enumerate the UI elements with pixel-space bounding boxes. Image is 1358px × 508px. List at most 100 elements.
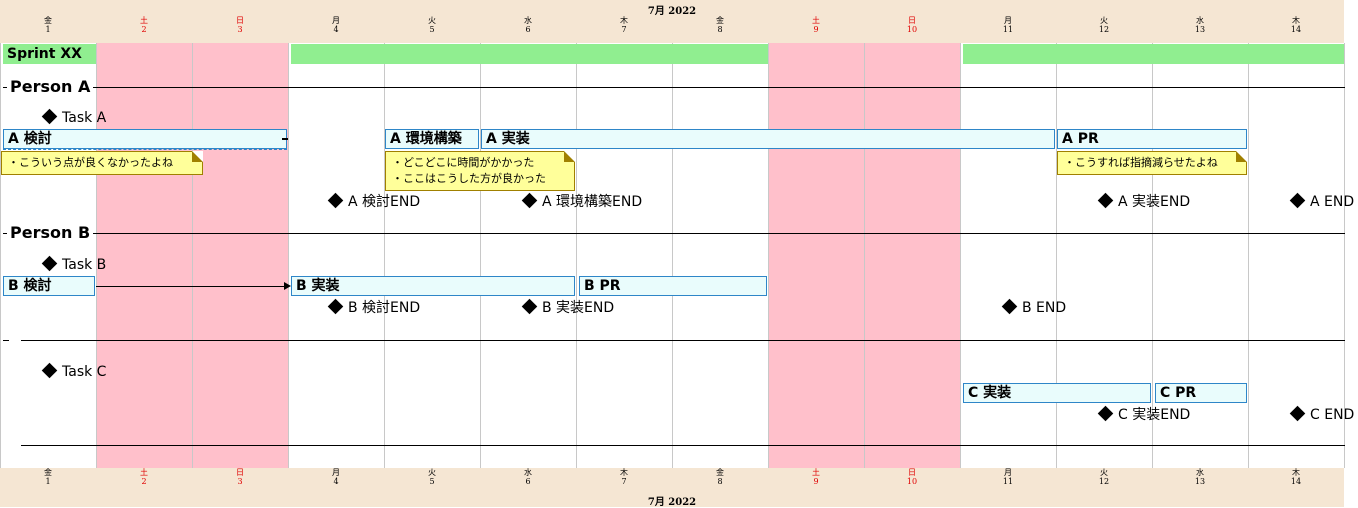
milestone-diamond-icon — [41, 108, 58, 125]
day-header-cell: 火5 — [384, 468, 480, 487]
day-grid-line — [1056, 43, 1057, 468]
day-number: 12 — [1098, 25, 1110, 34]
day-of-week: 月 — [332, 16, 340, 25]
gantt-chart: 7月 2022 金 1 土 2 日 3 月 4 火 5 水 6 木 7 金 8 土 9 日 10 月 11 火 12 水 13 木 1… — [0, 0, 1358, 508]
task-bar[interactable]: B 検討 — [3, 276, 95, 296]
day-header-cell: 水 13 — [1152, 468, 1248, 487]
day-header-cell: 金1 — [0, 16, 96, 35]
day-header-cell: 土9 — [768, 468, 864, 487]
section-tick — [3, 340, 9, 341]
comment-note: ・こういう点が良くなかったよね — [1, 151, 203, 175]
milestone[interactable]: A 環境構築END — [521, 192, 643, 211]
day-of-week: 火 — [1100, 468, 1108, 477]
day-number: 1 — [45, 25, 51, 34]
day-number: 6 — [525, 25, 531, 34]
weekend-column — [865, 43, 961, 468]
task-bar[interactable]: A 環境構築 — [385, 129, 479, 149]
day-header-cell: 月 11 — [960, 468, 1056, 487]
milestone-label: A 検討END — [348, 194, 421, 210]
header-bottom: 7月 2022 金 1 土 2 日 3 月 4 火 5 水 6 木 7 金 8 土 9 日 10 月 11 火 12 水 13 木 1… — [0, 468, 1344, 508]
milestone[interactable]: Task C — [41, 362, 107, 381]
section-separator — [21, 445, 1345, 446]
day-grid-line — [672, 43, 673, 468]
section-separator — [21, 340, 1345, 341]
day-header-cell: 木 14 — [1248, 16, 1344, 35]
milestone[interactable]: Task B — [41, 255, 107, 274]
note-fold-icon — [564, 151, 575, 162]
day-header-cell: 木7 — [576, 468, 672, 487]
day-of-week: 木 — [620, 468, 628, 477]
day-number: 14 — [1290, 477, 1302, 486]
milestone-label: B 実装END — [542, 300, 615, 316]
day-number: 11 — [1002, 25, 1014, 34]
milestone-diamond-icon — [1289, 192, 1306, 209]
milestone[interactable]: A END — [1289, 192, 1355, 211]
day-grid-line — [480, 43, 481, 468]
day-grid-line — [864, 43, 865, 468]
day-number: 13 — [1194, 25, 1206, 34]
day-of-week: 月 — [1004, 16, 1012, 25]
day-of-week: 金 — [44, 16, 52, 25]
month-label-bottom: 7月 2022 — [647, 497, 697, 508]
task-bar[interactable]: A 実装 — [481, 129, 1055, 149]
task-bar[interactable]: B PR — [579, 276, 767, 296]
milestone-diamond-icon — [521, 298, 538, 315]
day-grid-line — [960, 43, 961, 468]
day-header-cell: 金8 — [672, 468, 768, 487]
milestone-label: A END — [1310, 194, 1355, 210]
day-of-week: 日 — [908, 468, 916, 477]
day-of-week: 水 — [524, 16, 532, 25]
day-of-week: 水 — [1196, 16, 1204, 25]
day-number: 6 — [525, 477, 531, 486]
milestone-label: C END — [1310, 407, 1355, 423]
weekend-column — [97, 43, 193, 468]
task-bar[interactable]: A PR — [1057, 129, 1247, 149]
milestone-label: B 検討END — [348, 300, 421, 316]
task-bar[interactable]: C 実装 — [963, 383, 1151, 403]
day-grid-line — [384, 43, 385, 468]
day-header-cell: 月 11 — [960, 16, 1056, 35]
day-of-week: 金 — [716, 16, 724, 25]
day-of-week: 日 — [908, 16, 916, 25]
note-line: ・どこどこに時間がかかった — [392, 156, 535, 169]
milestone-label: Task B — [62, 257, 107, 273]
task-bar[interactable]: B 実装 — [291, 276, 575, 296]
day-header-cell: 土9 — [768, 16, 864, 35]
milestone-label: A 環境構築END — [542, 194, 643, 210]
day-header-cell: 月4 — [288, 16, 384, 35]
milestone[interactable]: A 検討END — [327, 192, 421, 211]
day-number: 10 — [906, 25, 918, 34]
day-grid-line — [192, 43, 193, 468]
day-of-week: 火 — [428, 16, 436, 25]
milestone[interactable]: B END — [1001, 298, 1066, 317]
day-grid-line — [1152, 43, 1153, 468]
milestone[interactable]: Task A — [41, 108, 106, 127]
section-separator — [21, 87, 1345, 88]
day-number: 4 — [333, 25, 339, 34]
day-number: 2 — [141, 25, 147, 34]
day-number: 12 — [1098, 477, 1110, 486]
milestone-label: Task C — [62, 364, 107, 380]
day-number: 5 — [429, 25, 435, 34]
day-of-week: 日 — [236, 468, 244, 477]
day-number: 7 — [621, 25, 627, 34]
milestone[interactable]: C 実装END — [1097, 405, 1191, 424]
milestone-diamond-icon — [1097, 405, 1114, 422]
task-bar[interactable]: A 検討 — [3, 129, 287, 149]
task-end-mark — [282, 138, 288, 140]
section-separator — [21, 233, 1345, 234]
day-header-cell: 水6 — [480, 16, 576, 35]
day-number: 13 — [1194, 477, 1206, 486]
day-header-cell: 金1 — [0, 468, 96, 487]
day-grid-line — [576, 43, 577, 468]
milestone[interactable]: A 実装END — [1097, 192, 1190, 211]
milestone[interactable]: B 実装END — [521, 298, 615, 317]
day-number: 7 — [621, 477, 627, 486]
day-of-week: 木 — [1292, 16, 1300, 25]
milestone[interactable]: B 検討END — [327, 298, 421, 317]
day-of-week: 木 — [1292, 468, 1300, 477]
day-of-week: 火 — [1100, 16, 1108, 25]
milestone-label: C 実装END — [1118, 407, 1191, 423]
milestone[interactable]: C END — [1289, 405, 1355, 424]
task-bar[interactable]: C PR — [1155, 383, 1247, 403]
